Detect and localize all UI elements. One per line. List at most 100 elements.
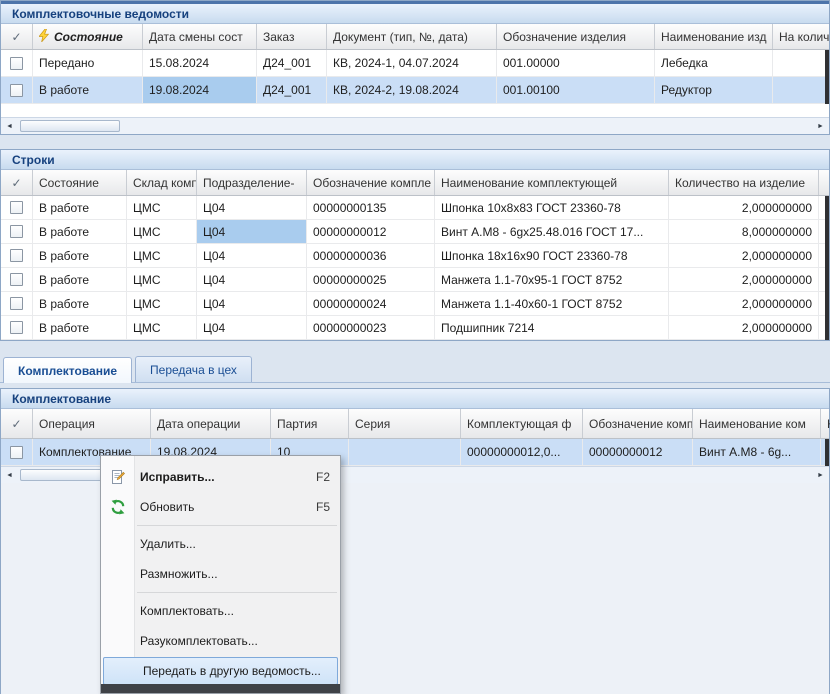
column-header-series[interactable]: Серия bbox=[349, 409, 461, 438]
scroll-left-arrow[interactable]: ◄ bbox=[1, 118, 18, 134]
cell[interactable]: 00000000023 bbox=[307, 316, 435, 339]
cell[interactable]: Ц04 bbox=[197, 196, 307, 219]
cell[interactable]: В работе bbox=[33, 268, 127, 291]
cell[interactable]: В работе bbox=[33, 316, 127, 339]
column-header-product-name[interactable]: Наименование изд bbox=[655, 24, 773, 49]
row-checkbox[interactable] bbox=[1, 292, 33, 315]
row-checkbox[interactable] bbox=[1, 244, 33, 267]
cell[interactable]: 8,000000000 bbox=[669, 220, 819, 243]
cell[interactable]: 2,000000000 bbox=[669, 244, 819, 267]
select-all-header[interactable]: ✓ bbox=[1, 24, 33, 49]
column-header-designation[interactable]: Обозначение комп bbox=[583, 409, 693, 438]
cell[interactable]: ЦМС bbox=[127, 292, 197, 315]
cell[interactable]: Лебедка bbox=[655, 50, 773, 76]
menu-item-duplicate[interactable]: Размножить... bbox=[101, 559, 340, 589]
cell[interactable]: 2,000000000 bbox=[669, 316, 819, 339]
column-header-name[interactable]: Наименование ком bbox=[693, 409, 821, 438]
cell[interactable]: Шпонка 10x8x83 ГОСТ 23360-78 bbox=[435, 196, 669, 219]
menu-item-delete[interactable]: Удалить... bbox=[101, 529, 340, 559]
row-checkbox[interactable] bbox=[1, 268, 33, 291]
column-header-state-date[interactable]: Дата смены сост bbox=[143, 24, 257, 49]
cell[interactable]: Винт А.М8 - 6gx25.48.016 ГОСТ 17... bbox=[435, 220, 669, 243]
cell[interactable]: 00000000012 bbox=[307, 220, 435, 243]
column-header-department[interactable]: Подразделение- bbox=[197, 170, 307, 195]
cell[interactable]: В работе bbox=[33, 196, 127, 219]
tab-komplektovanie[interactable]: Комплектование bbox=[3, 357, 132, 383]
table-row[interactable]: В работеЦМСЦ0400000000025Манжета 1.1-70x… bbox=[1, 268, 829, 292]
cell[interactable]: Подшипник 7214 bbox=[435, 316, 669, 339]
cell[interactable]: Ц04 bbox=[197, 268, 307, 291]
table-row[interactable]: В работеЦМСЦ0400000000023Подшипник 72142… bbox=[1, 316, 829, 340]
scrollbar-track[interactable] bbox=[18, 118, 812, 134]
cell[interactable]: В работе bbox=[33, 77, 143, 103]
cell[interactable]: Передано bbox=[33, 50, 143, 76]
cell[interactable]: ЦМС bbox=[127, 316, 197, 339]
cell[interactable]: В работе bbox=[33, 220, 127, 243]
scroll-right-arrow[interactable]: ► bbox=[812, 467, 829, 483]
cell[interactable]: Ц04 bbox=[197, 316, 307, 339]
horizontal-scrollbar[interactable]: ◄ ► bbox=[1, 117, 829, 134]
column-header-document[interactable]: Документ (тип, №, дата) bbox=[327, 24, 497, 49]
cell[interactable]: В работе bbox=[33, 244, 127, 267]
menu-item-refresh[interactable]: ОбновитьF5 bbox=[101, 492, 340, 522]
select-all-header[interactable]: ✓ bbox=[1, 170, 33, 195]
select-all-header[interactable]: ✓ bbox=[1, 409, 33, 438]
cell[interactable]: 00000000012,0... bbox=[461, 439, 583, 465]
cell[interactable]: КВ, 2024-1, 04.07.2024 bbox=[327, 50, 497, 76]
cell[interactable] bbox=[773, 77, 829, 103]
cell[interactable] bbox=[773, 50, 829, 76]
table-row[interactable]: Передано15.08.2024Д24_001КВ, 2024-1, 04.… bbox=[1, 50, 829, 77]
cell[interactable]: 2,000000000 bbox=[669, 196, 819, 219]
column-header-operation[interactable]: Операция bbox=[33, 409, 151, 438]
row-checkbox[interactable] bbox=[1, 316, 33, 339]
column-header-warehouse[interactable]: Склад комп bbox=[127, 170, 197, 195]
cell[interactable]: 001.00100 bbox=[497, 77, 655, 103]
cell[interactable]: 2,000000000 bbox=[669, 268, 819, 291]
cell[interactable]: Винт А.М8 - 6g... bbox=[693, 439, 821, 465]
menu-item-komplektovat[interactable]: Комплектовать... bbox=[101, 596, 340, 626]
cell[interactable]: В работе bbox=[33, 292, 127, 315]
tab-peredacha-v-tseh[interactable]: Передача в цех bbox=[135, 356, 252, 382]
table-row[interactable]: В работе19.08.2024Д24_001КВ, 2024-2, 19.… bbox=[1, 77, 829, 104]
row-checkbox[interactable] bbox=[1, 439, 33, 465]
cell[interactable]: 00000000135 bbox=[307, 196, 435, 219]
cell[interactable]: КВ, 2024-2, 19.08.2024 bbox=[327, 77, 497, 103]
column-header-k[interactable]: К bbox=[821, 409, 830, 438]
scroll-left-arrow[interactable]: ◄ bbox=[1, 467, 18, 483]
cell[interactable]: 19.08.2024 bbox=[143, 77, 257, 103]
cell[interactable]: Шпонка 18x16x90 ГОСТ 23360-78 bbox=[435, 244, 669, 267]
column-header-component-designation[interactable]: Обозначение компле bbox=[307, 170, 435, 195]
column-header-component-name[interactable]: Наименование комплектующей bbox=[435, 170, 669, 195]
cell[interactable]: Ц04 bbox=[197, 244, 307, 267]
cell[interactable]: ЦМС bbox=[127, 220, 197, 243]
table-row[interactable]: В работеЦМСЦ0400000000012Винт А.М8 - 6gx… bbox=[1, 220, 829, 244]
column-header-quantity[interactable]: На колич bbox=[773, 24, 829, 49]
column-header-operation-date[interactable]: Дата операции bbox=[151, 409, 271, 438]
column-header-order[interactable]: Заказ bbox=[257, 24, 327, 49]
scroll-right-arrow[interactable]: ► bbox=[812, 118, 829, 134]
cell[interactable]: Д24_001 bbox=[257, 77, 327, 103]
row-checkbox[interactable] bbox=[1, 77, 33, 103]
row-checkbox[interactable] bbox=[1, 196, 33, 219]
cell[interactable] bbox=[349, 439, 461, 465]
cell[interactable]: 00000000036 bbox=[307, 244, 435, 267]
cell[interactable]: 00000000012 bbox=[583, 439, 693, 465]
cell[interactable]: 00000000025 bbox=[307, 268, 435, 291]
column-header-component[interactable]: Комплектующая ф bbox=[461, 409, 583, 438]
column-header-qty-per-product[interactable]: Количество на изделие bbox=[669, 170, 819, 195]
row-checkbox[interactable] bbox=[1, 50, 33, 76]
cell[interactable]: 00000000024 bbox=[307, 292, 435, 315]
column-header-state[interactable]: Состояние bbox=[33, 170, 127, 195]
cell[interactable]: 001.00000 bbox=[497, 50, 655, 76]
column-header-product-designation[interactable]: Обозначение изделия bbox=[497, 24, 655, 49]
table-row[interactable]: В работеЦМСЦ0400000000135Шпонка 10x8x83 … bbox=[1, 196, 829, 220]
menu-item-edit[interactable]: Исправить...F2 bbox=[101, 462, 340, 492]
cell[interactable]: ЦМС bbox=[127, 244, 197, 267]
cell[interactable]: Ц04 bbox=[197, 220, 307, 243]
column-header-batch[interactable]: Партия bbox=[271, 409, 349, 438]
cell[interactable]: ЦМС bbox=[127, 268, 197, 291]
scrollbar-thumb[interactable] bbox=[20, 120, 120, 132]
table-row[interactable]: В работеЦМСЦ0400000000036Шпонка 18x16x90… bbox=[1, 244, 829, 268]
cell[interactable]: Ц04 bbox=[197, 292, 307, 315]
column-header-state[interactable]: Состояние bbox=[33, 24, 143, 49]
